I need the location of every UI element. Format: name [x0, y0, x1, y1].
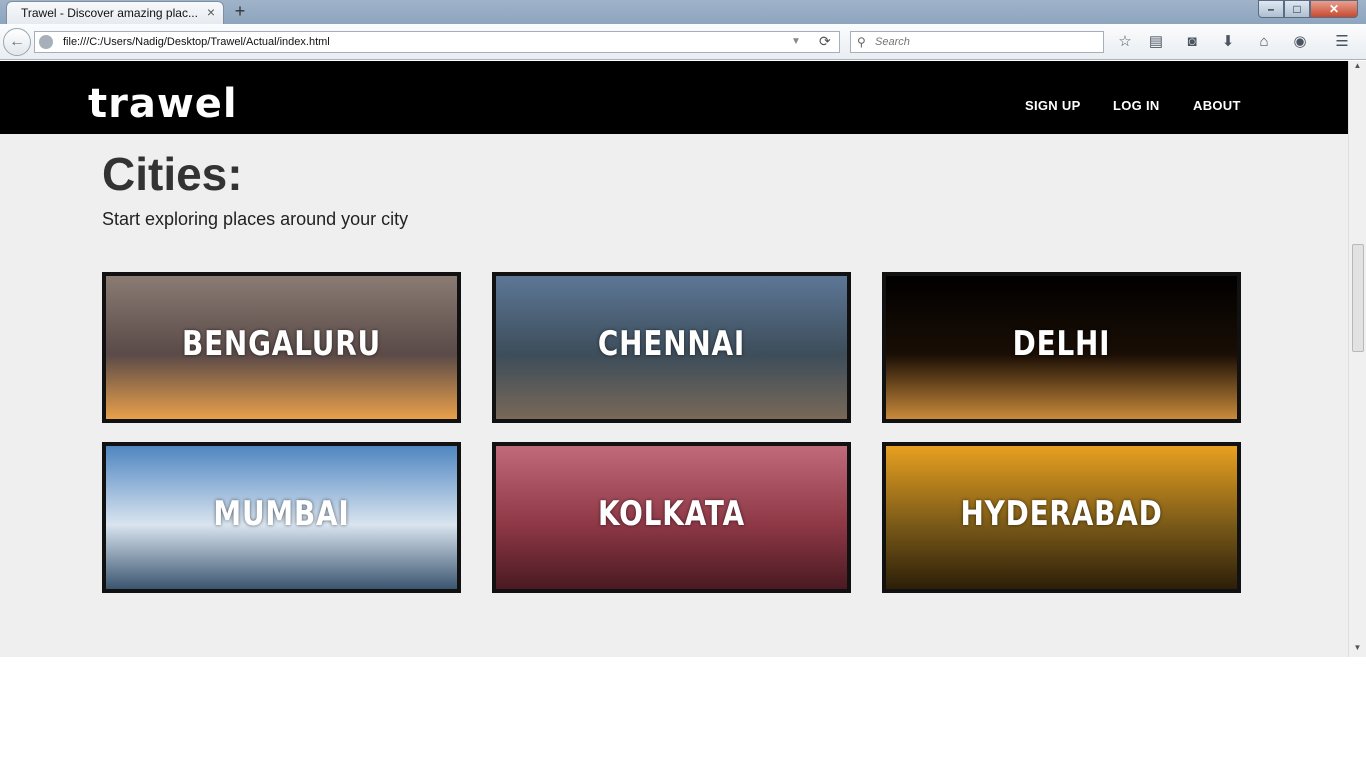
search-box[interactable]: ⚲ — [850, 31, 1104, 53]
city-card-hyderabad[interactable]: HYDERABAD — [882, 442, 1241, 593]
city-label: BENGALURU — [181, 324, 381, 364]
scroll-up-icon[interactable]: ▲ — [1349, 61, 1366, 75]
scroll-down-icon[interactable]: ▼ — [1349, 643, 1366, 657]
city-card-mumbai[interactable]: MUMBAI — [102, 442, 461, 593]
tab-title: Trawel - Discover amazing plac... — [21, 6, 198, 20]
reading-list-icon[interactable]: ▤ — [1146, 32, 1166, 52]
city-label: CHENNAI — [597, 324, 746, 364]
download-icon[interactable]: ⬇ — [1218, 32, 1238, 52]
reload-icon[interactable]: ⟳ — [819, 33, 831, 50]
city-card-delhi[interactable]: DELHI — [882, 272, 1241, 423]
star-icon[interactable]: ☆ — [1115, 32, 1135, 52]
scroll-thumb[interactable] — [1352, 244, 1364, 352]
city-label: KOLKATA — [597, 494, 746, 534]
globe-icon — [39, 35, 53, 49]
city-label: MUMBAI — [213, 494, 350, 534]
nav-log-in[interactable]: LOG IN — [1113, 98, 1160, 113]
maximize-icon: □ — [1293, 2, 1301, 16]
search-input[interactable] — [875, 34, 1095, 50]
vertical-scrollbar[interactable]: ▲ ▼ — [1348, 61, 1366, 657]
city-label: DELHI — [1012, 324, 1111, 364]
url-dropdown-icon[interactable]: ▼ — [791, 36, 801, 47]
close-tab-icon[interactable]: × — [207, 4, 215, 20]
page-title: Cities: — [102, 148, 243, 200]
city-label: HYDERABAD — [960, 494, 1163, 534]
close-window-button[interactable]: ✕ — [1310, 0, 1358, 18]
site-header: trawel SIGN UP LOG IN ABOUT — [0, 61, 1348, 134]
nav-sign-up[interactable]: SIGN UP — [1025, 98, 1081, 113]
close-icon: ✕ — [1328, 2, 1340, 16]
city-card-kolkata[interactable]: KOLKATA — [492, 442, 851, 593]
nav-about[interactable]: ABOUT — [1193, 98, 1241, 113]
page-blank-area — [0, 657, 1366, 768]
home-icon[interactable]: ⌂ — [1254, 32, 1274, 52]
chat-icon[interactable]: ◉ — [1290, 32, 1310, 52]
browser-tab-active[interactable]: Trawel - Discover amazing plac... × — [6, 1, 224, 24]
pocket-icon[interactable]: ◙ — [1182, 32, 1202, 52]
city-card-bengaluru[interactable]: BENGALURU — [102, 272, 461, 423]
address-bar[interactable]: file:///C:/Users/Nadig/Desktop/Trawel/Ac… — [34, 31, 840, 53]
web-page: trawel SIGN UP LOG IN ABOUT Cities: Star… — [0, 61, 1348, 657]
maximize-button[interactable]: □ — [1284, 0, 1310, 18]
site-logo[interactable]: trawel — [88, 81, 238, 127]
minimize-icon: – — [1267, 2, 1275, 16]
url-text[interactable]: file:///C:/Users/Nadig/Desktop/Trawel/Ac… — [63, 36, 330, 48]
city-card-chennai[interactable]: CHENNAI — [492, 272, 851, 423]
back-button[interactable]: ← — [3, 28, 31, 56]
search-icon: ⚲ — [857, 35, 866, 49]
new-tab-button[interactable]: + — [230, 1, 250, 21]
browser-toolbar: ← file:///C:/Users/Nadig/Desktop/Trawel/… — [0, 24, 1366, 60]
page-subtitle: Start exploring places around your city — [102, 209, 409, 229]
minimize-button[interactable]: – — [1258, 0, 1284, 18]
menu-icon[interactable]: ☰ — [1332, 32, 1352, 52]
tab-strip: Trawel - Discover amazing plac... × + – … — [0, 0, 1366, 24]
